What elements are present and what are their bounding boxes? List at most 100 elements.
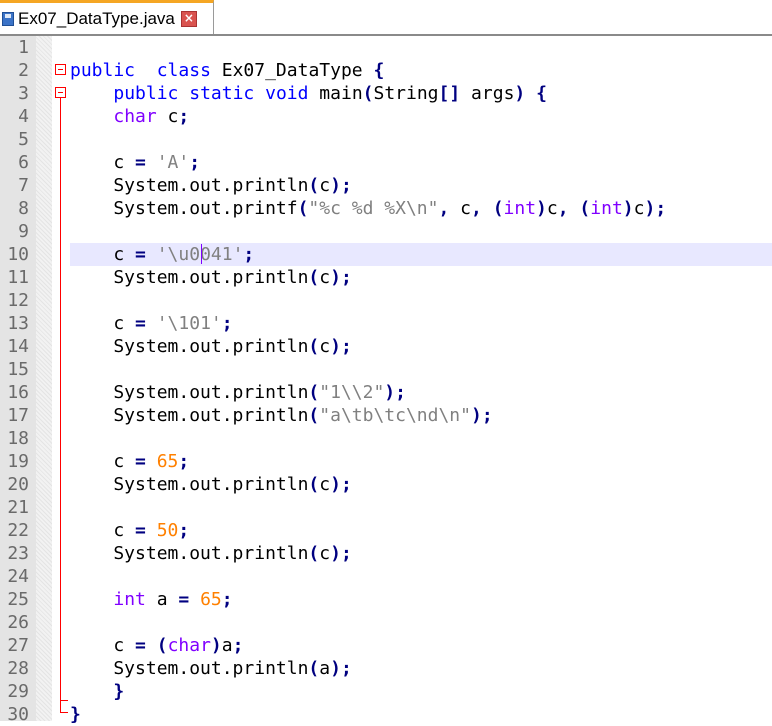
code-token: class bbox=[156, 60, 211, 81]
code-token: ( bbox=[156, 635, 168, 656]
code-line[interactable]: c = 65; bbox=[70, 450, 189, 473]
code-token: ( bbox=[308, 382, 320, 403]
code-line[interactable]: System.out.println(c); bbox=[70, 473, 351, 496]
code-line[interactable]: System.out.println("a\tb\tc\nd\n"); bbox=[70, 404, 493, 427]
code-line[interactable]: c = '\101'; bbox=[70, 312, 232, 335]
fold-collapse-icon-class[interactable] bbox=[55, 64, 66, 75]
code-line[interactable]: System.out.println(c); bbox=[70, 266, 351, 289]
code-line[interactable]: char c; bbox=[70, 105, 189, 128]
code-line[interactable]: c = 50; bbox=[70, 519, 189, 542]
code-line[interactable]: System.out.println(c); bbox=[70, 335, 351, 358]
code-token: ) bbox=[330, 336, 341, 357]
code-token: c bbox=[319, 175, 331, 196]
code-token: } bbox=[70, 704, 81, 725]
code-line[interactable]: c = 'A'; bbox=[70, 151, 200, 174]
code-token: ) bbox=[384, 382, 396, 403]
line-number: 3 bbox=[18, 83, 29, 104]
code-token: [] bbox=[438, 83, 461, 104]
line-number: 16 bbox=[7, 382, 29, 403]
code-token: ( bbox=[308, 474, 320, 495]
code-line[interactable]: System.out.println(a); bbox=[70, 657, 351, 680]
code-token: 50 bbox=[156, 520, 179, 541]
code-token: int bbox=[113, 589, 146, 610]
code-token: 65 bbox=[156, 451, 179, 472]
code-token: ) bbox=[622, 198, 634, 219]
fold-margin[interactable] bbox=[36, 36, 52, 721]
code-token: "1\\2" bbox=[319, 382, 385, 403]
fold-collapse-icon-method[interactable] bbox=[55, 87, 66, 98]
code-token: a bbox=[221, 635, 233, 656]
save-icon bbox=[2, 11, 14, 26]
code-line[interactable]: int a = 65; bbox=[70, 588, 232, 611]
code-token: ( bbox=[362, 83, 374, 104]
code-token: System.out.printf bbox=[70, 198, 298, 219]
line-number: 15 bbox=[7, 359, 29, 380]
code-token: System.out.println bbox=[70, 382, 309, 403]
code-token: public bbox=[70, 60, 136, 81]
code-token: = bbox=[135, 313, 146, 334]
code-line[interactable]: System.out.println(c); bbox=[70, 174, 352, 197]
code-line[interactable]: public class Ex07_DataType { bbox=[70, 59, 384, 82]
code-token: ( bbox=[308, 658, 320, 679]
line-number: 22 bbox=[7, 520, 29, 541]
code-token: System.out.println bbox=[70, 543, 309, 564]
code-token: ; bbox=[178, 520, 190, 541]
code-token: System.out.println bbox=[70, 474, 309, 495]
line-number: 30 bbox=[7, 704, 29, 725]
code-line[interactable]: } bbox=[70, 680, 124, 703]
code-token: c bbox=[319, 336, 331, 357]
code-token: ; bbox=[340, 543, 352, 564]
code-token: main bbox=[308, 83, 363, 104]
code-token: c bbox=[319, 474, 331, 495]
code-token: ; bbox=[481, 405, 493, 426]
code-token: = bbox=[135, 244, 146, 265]
code-token: , bbox=[557, 198, 569, 219]
code-token: c bbox=[70, 635, 136, 656]
code-token: ; bbox=[189, 152, 201, 173]
code-line[interactable]: public static void main(String[] args) { bbox=[70, 82, 547, 105]
code-line[interactable]: System.out.println("1\\2"); bbox=[70, 381, 406, 404]
code-token: ( bbox=[579, 198, 591, 219]
code-line[interactable]: System.out.println(c); bbox=[70, 542, 352, 565]
code-line[interactable]: } bbox=[70, 703, 81, 726]
text-cursor bbox=[201, 244, 202, 264]
code-token: static bbox=[189, 83, 255, 104]
code-token: ( bbox=[308, 267, 320, 288]
code-token: c bbox=[70, 152, 136, 173]
code-line[interactable]: c = (char)a; bbox=[70, 634, 243, 657]
code-editor[interactable]: 1 2 public class Ex07_DataType {3 public s… bbox=[0, 36, 772, 725]
code-token: ; bbox=[655, 198, 667, 219]
code-token: ; bbox=[178, 451, 190, 472]
line-number: 26 bbox=[7, 612, 29, 633]
code-token: 65 bbox=[200, 589, 222, 610]
line-number: 12 bbox=[7, 290, 29, 311]
code-token: ; bbox=[340, 175, 352, 196]
line-number: 5 bbox=[18, 129, 29, 150]
line-number: 2 bbox=[18, 60, 29, 81]
close-icon[interactable]: × bbox=[180, 10, 197, 27]
code-token: void bbox=[265, 83, 309, 104]
line-number: 28 bbox=[7, 658, 29, 679]
line-number: 29 bbox=[7, 681, 29, 702]
code-token: { bbox=[373, 60, 385, 81]
code-token: String bbox=[373, 83, 439, 104]
code-token: "a\tb\tc\nd\n" bbox=[319, 405, 471, 426]
code-token: ; bbox=[178, 106, 190, 127]
line-number: 19 bbox=[7, 451, 29, 472]
code-token: = bbox=[135, 635, 146, 656]
code-token: ) bbox=[536, 198, 547, 219]
code-token: Ex07_DataType bbox=[210, 60, 374, 81]
code-token: c bbox=[449, 198, 471, 219]
code-line[interactable]: c = '\u0041'; bbox=[70, 243, 254, 266]
code-token: 'A' bbox=[156, 152, 190, 173]
tab-ex07-datatype[interactable]: Ex07_DataType.java × bbox=[0, 0, 214, 34]
code-line[interactable]: System.out.printf("%c %d %X\n", c, (int)… bbox=[70, 197, 666, 220]
